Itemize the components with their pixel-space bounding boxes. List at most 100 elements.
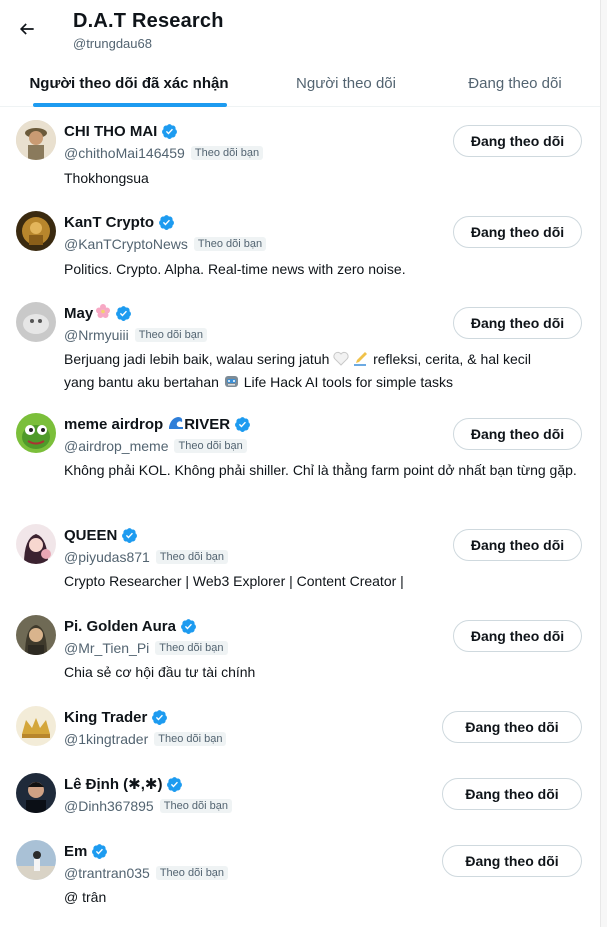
avatar[interactable]: [16, 211, 56, 251]
following-button[interactable]: Đang theo dõi: [453, 620, 582, 652]
scrollbar[interactable]: [600, 0, 607, 927]
user-handle[interactable]: @Dinh367895: [64, 798, 154, 814]
user-row[interactable]: King Trader @1kingtrader Theo dõi bạn Đa…: [0, 694, 600, 761]
user-handle[interactable]: @piyudas871: [64, 549, 150, 565]
user-row[interactable]: CHI THO MAI @chithoMai146459 Theo dõi bạ…: [0, 108, 600, 199]
following-button[interactable]: Đang theo dõi: [442, 778, 582, 810]
verified-badge-icon: [158, 214, 175, 231]
avatar[interactable]: [16, 706, 56, 746]
user-name[interactable]: KanT Crypto: [64, 214, 154, 231]
bio-text: yang bantu aku bertahan: [64, 374, 219, 390]
user-name[interactable]: Pi. Golden Aura: [64, 618, 176, 635]
user-handle[interactable]: @chithoMai146459: [64, 145, 185, 161]
header: D.A.T Research @trungdau68: [0, 0, 607, 60]
name-line: Lê Định (✱,✱): [64, 774, 183, 794]
following-button[interactable]: Đang theo dõi: [442, 845, 582, 877]
follows-you-badge: Theo dõi bạn: [193, 237, 267, 251]
page-title: D.A.T Research: [73, 10, 224, 32]
user-name[interactable]: Lê Định (✱,✱): [64, 775, 162, 793]
user-row[interactable]: meme airdrop RIVER @airdrop_meme Theo dõ…: [0, 401, 600, 512]
user-handle[interactable]: @trantran035: [64, 865, 150, 881]
user-bio: Chia sẻ cơ hội đầu tư tài chính: [64, 664, 256, 680]
name-line: CHI THO MAI: [64, 121, 178, 141]
bio-text: Life Hack AI tools for simple tasks: [243, 374, 453, 390]
bio-text: Berjuang jadi lebih baik, walau sering j…: [64, 351, 330, 367]
user-row[interactable]: KanT Crypto @KanTCryptoNews Theo dõi bạn…: [0, 199, 600, 290]
following-button[interactable]: Đang theo dõi: [453, 307, 582, 339]
verified-badge-icon: [234, 416, 251, 433]
user-name[interactable]: King Trader: [64, 709, 147, 726]
verified-badge-icon: [151, 709, 168, 726]
tab-following[interactable]: Đang theo dõi: [430, 60, 600, 107]
user-row[interactable]: QUEEN @piyudas871 Theo dõi bạn Crypto Re…: [0, 512, 600, 603]
handle-line: @Dinh367895 Theo dõi bạn: [64, 796, 232, 816]
following-button[interactable]: Đang theo dõi: [453, 418, 582, 450]
verified-badge-icon: [91, 843, 108, 860]
tab-label: Đang theo dõi: [468, 75, 562, 92]
handle-line: @1kingtrader Theo dõi bạn: [64, 729, 227, 749]
user-row[interactable]: May @Nrmyuiii Theo dõi bạn Berjuang jadi…: [0, 290, 600, 401]
user-name[interactable]: Em: [64, 843, 87, 860]
white-heart-icon: [333, 351, 349, 372]
name-line: QUEEN: [64, 525, 138, 545]
name-line: Em: [64, 841, 108, 861]
following-button[interactable]: Đang theo dõi: [453, 216, 582, 248]
user-name[interactable]: CHI THO MAI: [64, 123, 157, 140]
tab-label: Người theo dõi đã xác nhận: [29, 75, 229, 92]
tab-label: Người theo dõi: [296, 75, 396, 92]
follows-you-badge: Theo dõi bạn: [155, 866, 229, 880]
verified-badge-icon: [161, 123, 178, 140]
user-name[interactable]: QUEEN: [64, 527, 117, 544]
name-line: May: [64, 303, 132, 323]
handle-line: @KanTCryptoNews Theo dõi bạn: [64, 234, 267, 254]
user-row[interactable]: Em @trantran035 Theo dõi bạn @ trân Đang…: [0, 828, 600, 919]
avatar[interactable]: [16, 773, 56, 813]
user-handle[interactable]: @Nrmyuiii: [64, 327, 129, 343]
user-handle[interactable]: @airdrop_meme: [64, 438, 168, 454]
follows-you-badge: Theo dõi bạn: [154, 732, 227, 746]
handle-line: @piyudas871 Theo dõi bạn: [64, 547, 229, 567]
robot-face-icon: [223, 373, 240, 395]
user-row[interactable]: Lê Định (✱,✱) @Dinh367895 Theo dõi bạn Đ…: [0, 761, 600, 828]
verified-badge-icon: [166, 776, 183, 793]
avatar[interactable]: [16, 615, 56, 655]
tab-followers[interactable]: Người theo dõi: [262, 60, 430, 107]
active-tab-indicator: [33, 103, 227, 107]
user-bio: Không phải KOL. Không phải shiller. Chỉ …: [64, 462, 577, 478]
name-line: KanT Crypto: [64, 212, 175, 232]
avatar[interactable]: [16, 413, 56, 453]
handle-line: @airdrop_meme Theo dõi bạn: [64, 436, 247, 456]
following-button[interactable]: Đang theo dõi: [453, 529, 582, 561]
user-row[interactable]: Pi. Golden Aura @Mr_Tien_Pi Theo dõi bạn…: [0, 603, 600, 694]
bio-text: refleksi, cerita, & hal kecil: [373, 351, 532, 367]
tab-verified-followers[interactable]: Người theo dõi đã xác nhận: [0, 60, 258, 107]
avatar[interactable]: [16, 840, 56, 880]
follows-you-badge: Theo dõi bạn: [155, 641, 228, 655]
avatar[interactable]: [16, 302, 56, 342]
user-bio: Thokhongsua: [64, 170, 149, 186]
handle-line: @chithoMai146459 Theo dõi bạn: [64, 143, 264, 163]
arrow-left-icon: [19, 23, 34, 35]
following-button[interactable]: Đang theo dõi: [442, 711, 582, 743]
writing-hand-icon: [353, 351, 369, 372]
user-name[interactable]: May: [64, 305, 93, 322]
user-name[interactable]: meme airdrop: [64, 416, 163, 433]
user-bio: @ trân: [64, 889, 107, 905]
follows-you-badge: Theo dõi bạn: [134, 328, 207, 342]
follows-you-badge: Theo dõi bạn: [155, 550, 229, 564]
avatar[interactable]: [16, 120, 56, 160]
page-handle: @trungdau68: [73, 36, 152, 51]
user-handle[interactable]: @KanTCryptoNews: [64, 236, 188, 252]
user-handle[interactable]: @Mr_Tien_Pi: [64, 640, 149, 656]
following-button[interactable]: Đang theo dõi: [453, 125, 582, 157]
follows-you-badge: Theo dõi bạn: [190, 146, 264, 160]
user-name-suffix[interactable]: RIVER: [184, 416, 230, 433]
user-handle[interactable]: @1kingtrader: [64, 731, 148, 747]
user-bio: Politics. Crypto. Alpha. Real-time news …: [64, 261, 406, 277]
avatar[interactable]: [16, 524, 56, 564]
user-bio: Berjuang jadi lebih baik, walau sering j…: [64, 349, 584, 395]
verified-badge-icon: [121, 527, 138, 544]
name-line: Pi. Golden Aura: [64, 616, 197, 636]
back-button[interactable]: [10, 12, 44, 46]
cherry-blossom-icon: [95, 303, 111, 324]
